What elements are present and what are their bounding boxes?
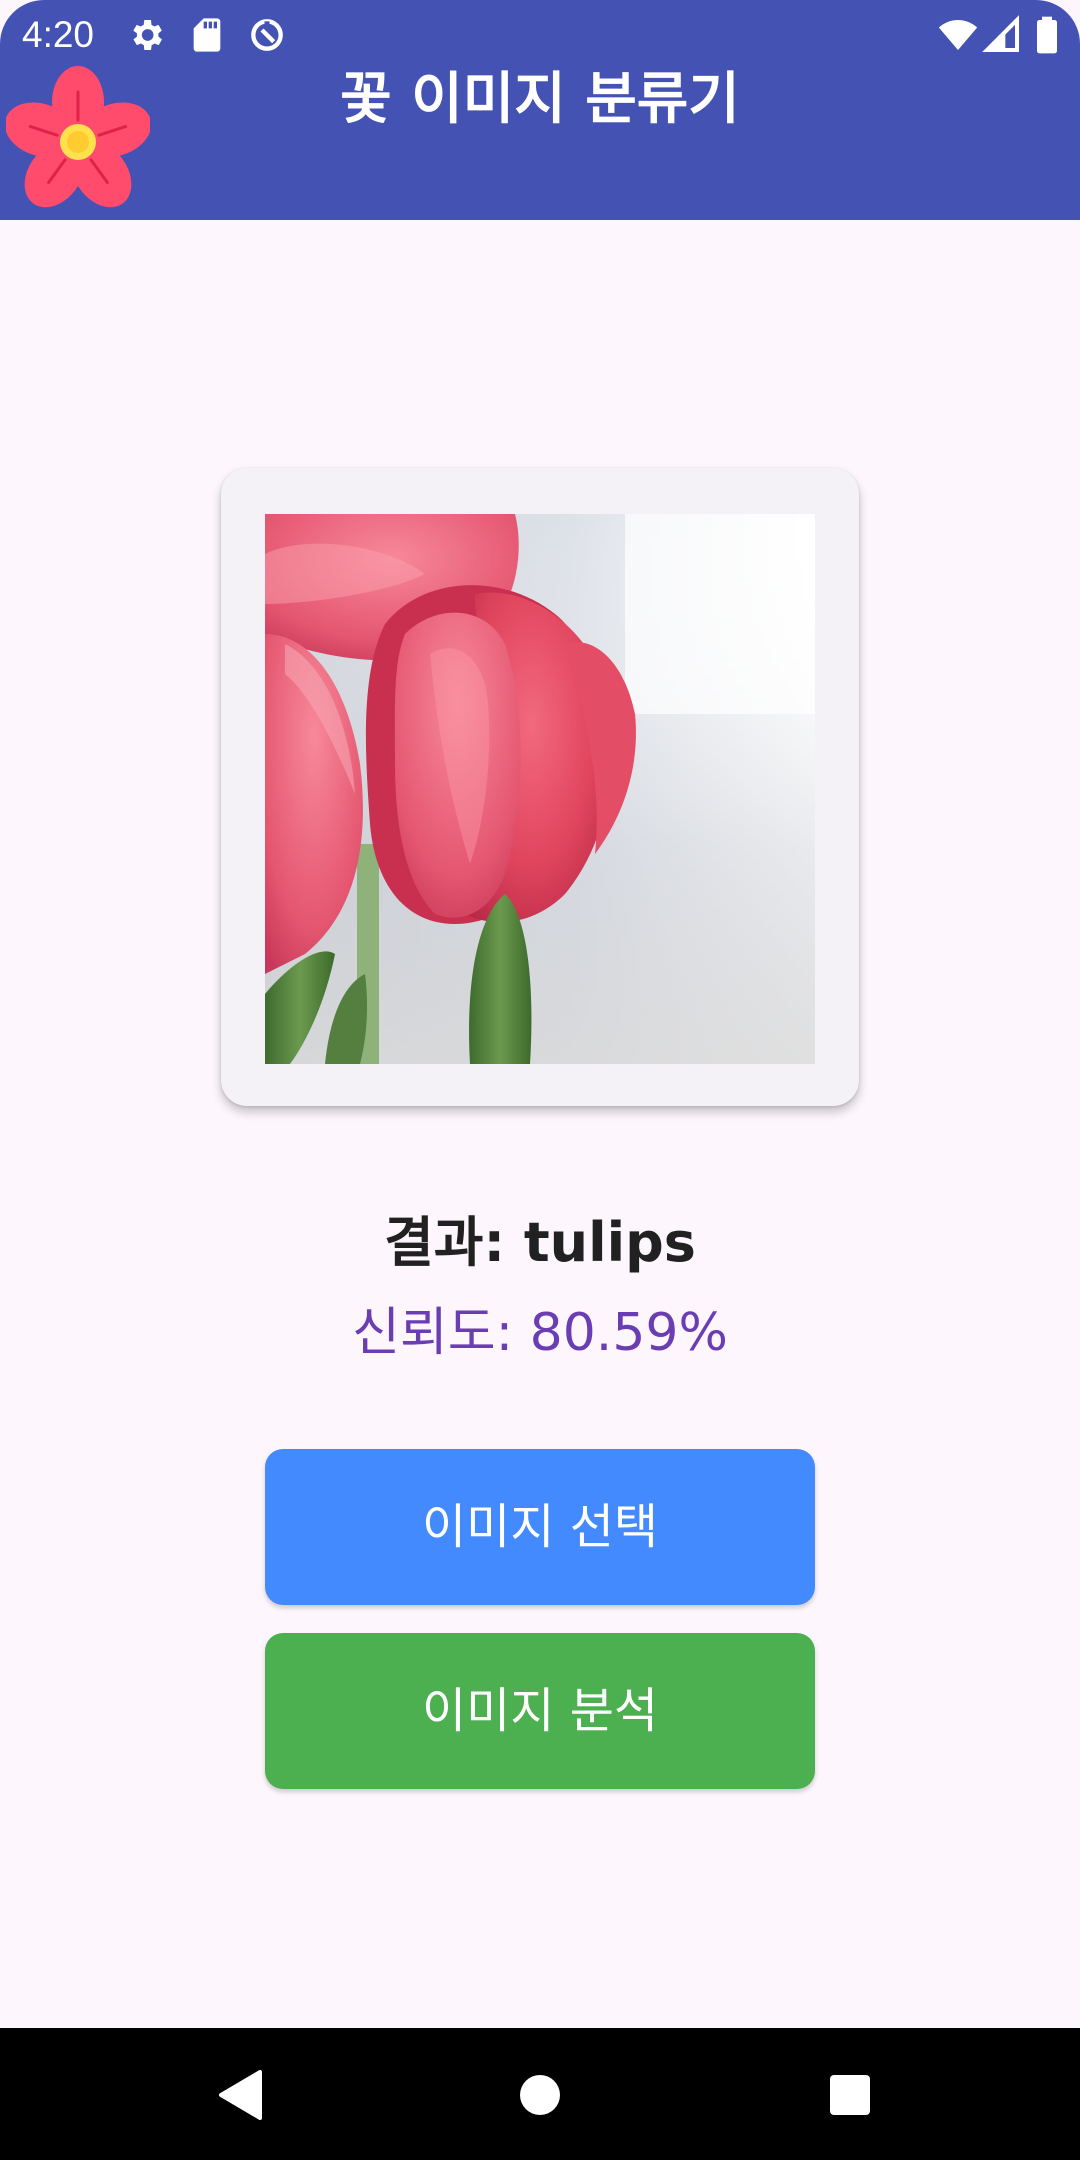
cellular-signal-icon [982,15,1019,52]
app-screen: 4:20 꽃 이미지 분류기 결과: tulips 신뢰도: 80.59% 이미… [0,0,1080,2160]
battery-icon [1037,16,1057,54]
image-card [221,468,859,1106]
wifi-icon [938,20,978,50]
back-icon[interactable] [196,2050,286,2140]
settings-gear-icon [133,20,162,50]
app-title: 꽃 이미지 분류기 [340,67,740,132]
navigation-bar [0,2028,1080,2160]
select-image-button[interactable]: 이미지 선택 [265,1449,815,1605]
app-bar: 4:20 꽃 이미지 분류기 [0,0,1080,220]
analyze-image-button[interactable]: 이미지 분석 [265,1633,815,1789]
recents-icon[interactable] [805,2050,895,2140]
tulips-photo [265,514,815,1064]
data-saver-icon [251,19,283,51]
sd-card-icon [193,18,221,52]
confidence-text: 신뢰도: 80.59% [352,1303,728,1363]
result-text: 결과: tulips [384,1211,696,1274]
home-icon[interactable] [495,2050,585,2140]
status-time: 4:20 [22,14,95,55]
